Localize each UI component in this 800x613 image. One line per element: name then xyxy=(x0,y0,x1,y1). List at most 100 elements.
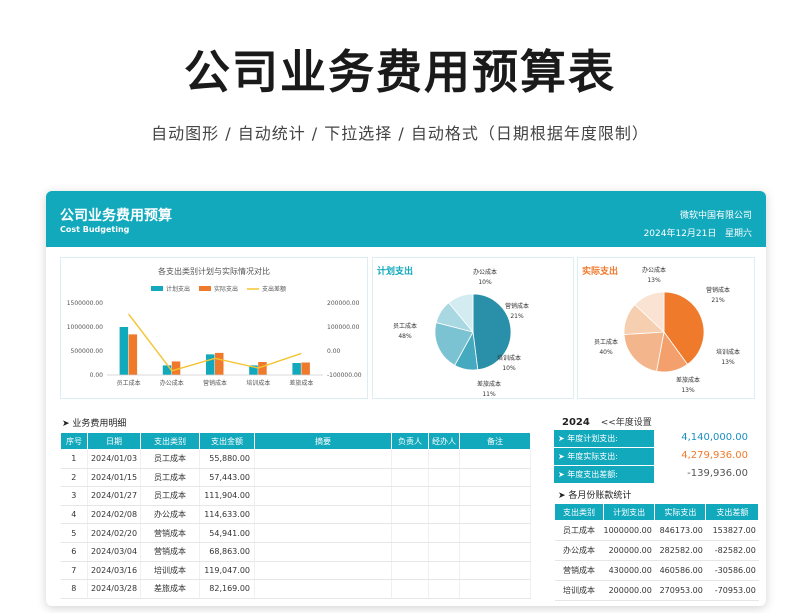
table-cell[interactable] xyxy=(459,486,531,506)
table-cell[interactable] xyxy=(428,561,460,581)
table-cell[interactable] xyxy=(254,486,392,506)
col-header[interactable]: 支出差额 xyxy=(705,503,760,521)
bar-chart-panel[interactable]: 各支出类别计划与实际情况对比 计划支出 实际支出 支出差额 1500000.00 1000… xyxy=(60,257,368,399)
table-cell[interactable]: 57,443.00 xyxy=(199,468,255,488)
table-cell[interactable]: 111,904.00 xyxy=(199,486,255,506)
col-header[interactable]: 日期 xyxy=(87,432,141,450)
table-cell[interactable]: -30586.00 xyxy=(705,560,759,581)
table-cell[interactable] xyxy=(428,523,460,543)
table-cell[interactable]: 培训成本 xyxy=(140,561,200,581)
table-cell[interactable]: 460586.00 xyxy=(654,560,706,581)
table-row[interactable]: 培训成本 200000.00 270953.00 -70953.00 xyxy=(554,580,759,601)
table-cell[interactable]: 差旅成本 xyxy=(140,579,200,599)
table-cell[interactable]: 员工成本 xyxy=(140,468,200,488)
table-row[interactable]: 3 2024/01/27 员工成本 111,904.00 xyxy=(60,486,531,506)
table-cell[interactable]: -70953.00 xyxy=(705,580,759,601)
table-cell[interactable]: 员工成本 xyxy=(554,520,604,541)
table-cell[interactable]: 54,941.00 xyxy=(199,523,255,543)
table-cell[interactable]: 4 xyxy=(60,505,88,525)
table-row[interactable]: 1 2024/01/03 员工成本 55,880.00 xyxy=(60,449,531,469)
table-cell[interactable]: 119,047.00 xyxy=(199,561,255,581)
table-cell[interactable]: 3 xyxy=(60,486,88,506)
col-header[interactable]: 摘要 xyxy=(254,432,392,450)
table-cell[interactable]: 营销成本 xyxy=(554,560,604,581)
table-cell[interactable]: 200000.00 xyxy=(603,540,655,561)
table-cell[interactable] xyxy=(391,505,429,525)
table-row[interactable]: 6 2024/03/04 营销成本 68,863.00 xyxy=(60,542,531,562)
table-cell[interactable]: 846173.00 xyxy=(654,520,706,541)
table-cell[interactable] xyxy=(254,505,392,525)
table-cell[interactable] xyxy=(391,542,429,562)
table-cell[interactable]: 2024/02/20 xyxy=(87,523,141,543)
table-cell[interactable]: 办公成本 xyxy=(554,540,604,561)
actual-pie-panel[interactable]: 实际支出 员工成本 40% 办公成本 13% 营销成本 21% 培训成本 13% 差旅成本 13% xyxy=(577,257,755,399)
table-cell[interactable]: 员工成本 xyxy=(140,449,200,469)
table-cell[interactable] xyxy=(391,579,429,599)
table-cell[interactable] xyxy=(254,468,392,488)
table-row[interactable]: 员工成本 1000000.00 846173.00 153827.00 xyxy=(554,520,759,541)
table-cell[interactable]: 2024/01/15 xyxy=(87,468,141,488)
table-cell[interactable]: 2024/03/04 xyxy=(87,542,141,562)
table-cell[interactable]: 2024/01/27 xyxy=(87,486,141,506)
col-header[interactable]: 备注 xyxy=(459,432,531,450)
table-row[interactable]: 营销成本 430000.00 460586.00 -30586.00 xyxy=(554,560,759,581)
table-cell[interactable]: 270953.00 xyxy=(654,580,706,601)
table-cell[interactable] xyxy=(428,486,460,506)
table-cell[interactable] xyxy=(254,523,392,543)
table-row[interactable]: 2 2024/01/15 员工成本 57,443.00 xyxy=(60,468,531,488)
col-header[interactable]: 经办人 xyxy=(428,432,460,450)
col-header[interactable]: 计划支出 xyxy=(602,503,656,521)
table-cell[interactable] xyxy=(459,449,531,469)
table-cell[interactable] xyxy=(459,579,531,599)
col-header[interactable]: 实际支出 xyxy=(654,503,707,521)
table-cell[interactable]: 68,863.00 xyxy=(199,542,255,562)
table-row[interactable]: 4 2024/02/08 办公成本 114,633.00 xyxy=(60,505,531,525)
table-cell[interactable]: 7 xyxy=(60,561,88,581)
col-header[interactable]: 序号 xyxy=(60,432,88,450)
year-value[interactable]: 2024 xyxy=(562,417,590,428)
table-cell[interactable] xyxy=(428,579,460,599)
table-cell[interactable]: 200000.00 xyxy=(603,580,655,601)
table-cell[interactable]: 2024/03/16 xyxy=(87,561,141,581)
table-cell[interactable]: 2024/03/28 xyxy=(87,579,141,599)
table-cell[interactable]: 2024/01/03 xyxy=(87,449,141,469)
table-cell[interactable] xyxy=(254,579,392,599)
table-cell[interactable]: 55,880.00 xyxy=(199,449,255,469)
table-cell[interactable] xyxy=(391,561,429,581)
table-cell[interactable] xyxy=(459,542,531,562)
table-cell[interactable] xyxy=(459,468,531,488)
col-header[interactable]: 支出类别 xyxy=(554,503,604,521)
col-header[interactable]: 支出金额 xyxy=(199,432,255,450)
table-cell[interactable] xyxy=(254,542,392,562)
table-cell[interactable] xyxy=(428,449,460,469)
table-cell[interactable]: 营销成本 xyxy=(140,542,200,562)
plan-pie-panel[interactable]: 计划支出 员工成本 48% 办公成本 10% 营销成本 21% 培训成本 10% 差旅成本 11% xyxy=(372,257,574,399)
table-cell[interactable]: 114,633.00 xyxy=(199,505,255,525)
table-cell[interactable]: 430000.00 xyxy=(603,560,655,581)
table-row[interactable]: 7 2024/03/16 培训成本 119,047.00 xyxy=(60,561,531,581)
table-cell[interactable]: 营销成本 xyxy=(140,523,200,543)
table-cell[interactable]: 8 xyxy=(60,579,88,599)
table-cell[interactable]: 5 xyxy=(60,523,88,543)
table-cell[interactable]: 培训成本 xyxy=(554,580,604,601)
table-cell[interactable]: 2 xyxy=(60,468,88,488)
table-cell[interactable] xyxy=(428,505,460,525)
table-cell[interactable]: 办公成本 xyxy=(140,505,200,525)
table-cell[interactable]: 1 xyxy=(60,449,88,469)
table-cell[interactable] xyxy=(459,523,531,543)
table-cell[interactable]: 2024/02/08 xyxy=(87,505,141,525)
col-header[interactable]: 负责人 xyxy=(391,432,429,450)
table-cell[interactable] xyxy=(254,449,392,469)
table-cell[interactable] xyxy=(254,561,392,581)
table-cell[interactable] xyxy=(428,542,460,562)
table-row[interactable]: 办公成本 200000.00 282582.00 -82582.00 xyxy=(554,540,759,561)
table-cell[interactable] xyxy=(391,449,429,469)
table-cell[interactable] xyxy=(459,561,531,581)
table-row[interactable]: 5 2024/02/20 营销成本 54,941.00 xyxy=(60,523,531,543)
table-cell[interactable]: 1000000.00 xyxy=(603,520,655,541)
table-cell[interactable] xyxy=(391,486,429,506)
table-cell[interactable]: 6 xyxy=(60,542,88,562)
table-cell[interactable] xyxy=(391,523,429,543)
table-row[interactable]: 8 2024/03/28 差旅成本 82,169.00 xyxy=(60,579,531,599)
table-cell[interactable]: 员工成本 xyxy=(140,486,200,506)
